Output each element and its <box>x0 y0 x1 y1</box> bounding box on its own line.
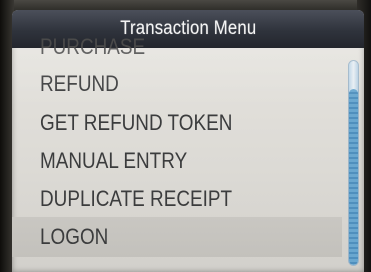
terminal-screen: Transaction Menu PURCHASE REFUND GET REF… <box>12 10 364 272</box>
menu-item-label: LOGON <box>40 224 109 249</box>
menu-item-label: DUPLICATE RECEIPT <box>40 186 233 211</box>
menu-item-label: MANUAL ENTRY <box>40 148 188 173</box>
menu-item-logon-selected[interactable]: LOGON <box>12 217 342 257</box>
menu-item-manual-entry[interactable]: MANUAL ENTRY <box>12 142 342 180</box>
terminal-photo: Transaction Menu PURCHASE REFUND GET REF… <box>0 0 371 272</box>
menu-item-purchase[interactable]: PURCHASE <box>12 28 342 66</box>
menu-item-get-refund-token[interactable]: GET REFUND TOKEN <box>12 104 342 142</box>
menu-item-label: GET REFUND TOKEN <box>40 110 233 135</box>
transaction-menu-list[interactable]: PURCHASE REFUND GET REFUND TOKEN MANUAL … <box>12 34 342 272</box>
vertical-scrollbar[interactable] <box>348 60 359 266</box>
menu-item-refund[interactable]: REFUND <box>12 65 342 103</box>
menu-item-label: PURCHASE <box>40 34 146 59</box>
menu-item-duplicate-receipt[interactable]: DUPLICATE RECEIPT <box>12 180 342 218</box>
menu-item-label: REFUND <box>40 71 119 96</box>
scrollbar-thumb[interactable] <box>349 89 358 265</box>
